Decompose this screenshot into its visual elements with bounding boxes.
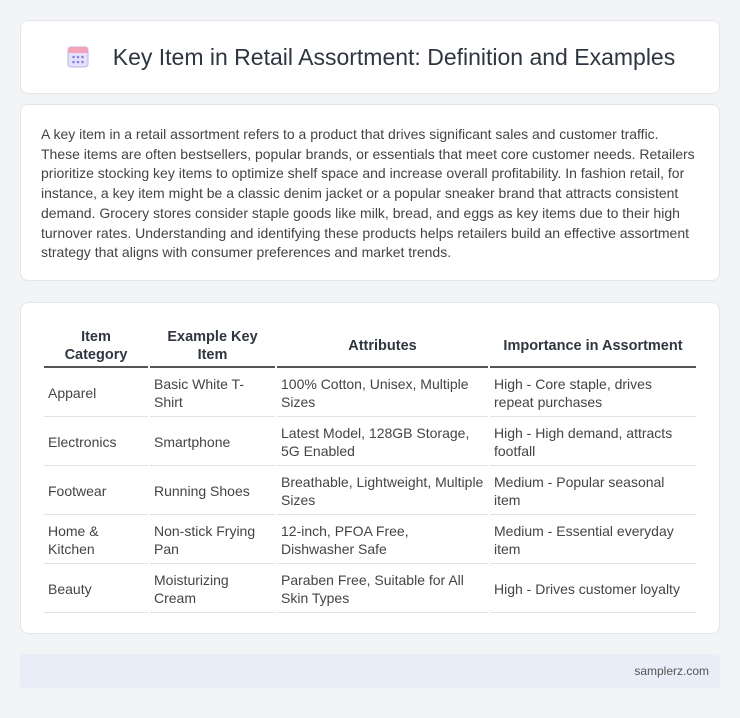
cell-attributes: Latest Model, 128GB Storage, 5G Enabled xyxy=(277,419,488,466)
document-calendar-icon xyxy=(65,44,91,70)
cell-attributes: Breathable, Lightweight, Multiple Sizes xyxy=(277,468,488,515)
cell-importance: High - High demand, attracts footfall xyxy=(490,419,696,466)
column-header-importance: Importance in Assortment xyxy=(490,326,696,368)
cell-example: Basic White T-Shirt xyxy=(150,370,275,417)
table-row: Beauty Moisturizing Cream Paraben Free, … xyxy=(44,566,696,613)
cell-importance: High - Core staple, drives repeat purcha… xyxy=(490,370,696,417)
cell-importance: Medium - Essential everyday item xyxy=(490,517,696,564)
cell-category: Home & Kitchen xyxy=(44,517,148,564)
cell-category: Electronics xyxy=(44,419,148,466)
intro-card: A key item in a retail assortment refers… xyxy=(20,104,720,281)
table-row: Electronics Smartphone Latest Model, 128… xyxy=(44,419,696,466)
page-title: Key Item in Retail Assortment: Definitio… xyxy=(112,43,676,70)
intro-paragraph: A key item in a retail assortment refers… xyxy=(41,126,695,261)
cell-importance: High - Drives customer loyalty xyxy=(490,566,696,613)
cell-example: Smartphone xyxy=(150,419,275,466)
cell-category: Apparel xyxy=(44,370,148,417)
key-items-table: Item Category Example Key Item Attribute… xyxy=(42,324,698,615)
cell-attributes: 100% Cotton, Unisex, Multiple Sizes xyxy=(277,370,488,417)
table-row: Apparel Basic White T-Shirt 100% Cotton,… xyxy=(44,370,696,417)
cell-example: Non-stick Frying Pan xyxy=(150,517,275,564)
footer-site-link[interactable]: samplerz.com xyxy=(634,664,709,678)
header-card: Key Item in Retail Assortment: Definitio… xyxy=(20,20,720,94)
table-row: Footwear Running Shoes Breathable, Light… xyxy=(44,468,696,515)
cell-attributes: 12-inch, PFOA Free, Dishwasher Safe xyxy=(277,517,488,564)
table-row: Home & Kitchen Non-stick Frying Pan 12-i… xyxy=(44,517,696,564)
table-card: Item Category Example Key Item Attribute… xyxy=(20,302,720,634)
column-header-item-category: Item Category xyxy=(44,326,148,368)
header: Key Item in Retail Assortment: Definitio… xyxy=(65,44,675,71)
footer-bar: samplerz.com xyxy=(20,654,720,688)
cell-category: Beauty xyxy=(44,566,148,613)
cell-attributes: Paraben Free, Suitable for All Skin Type… xyxy=(277,566,488,613)
cell-example: Moisturizing Cream xyxy=(150,566,275,613)
column-header-attributes: Attributes xyxy=(277,326,488,368)
cell-example: Running Shoes xyxy=(150,468,275,515)
cell-importance: Medium - Popular seasonal item xyxy=(490,468,696,515)
table-header-row: Item Category Example Key Item Attribute… xyxy=(44,326,696,368)
cell-category: Footwear xyxy=(44,468,148,515)
column-header-example-key-item: Example Key Item xyxy=(150,326,275,368)
